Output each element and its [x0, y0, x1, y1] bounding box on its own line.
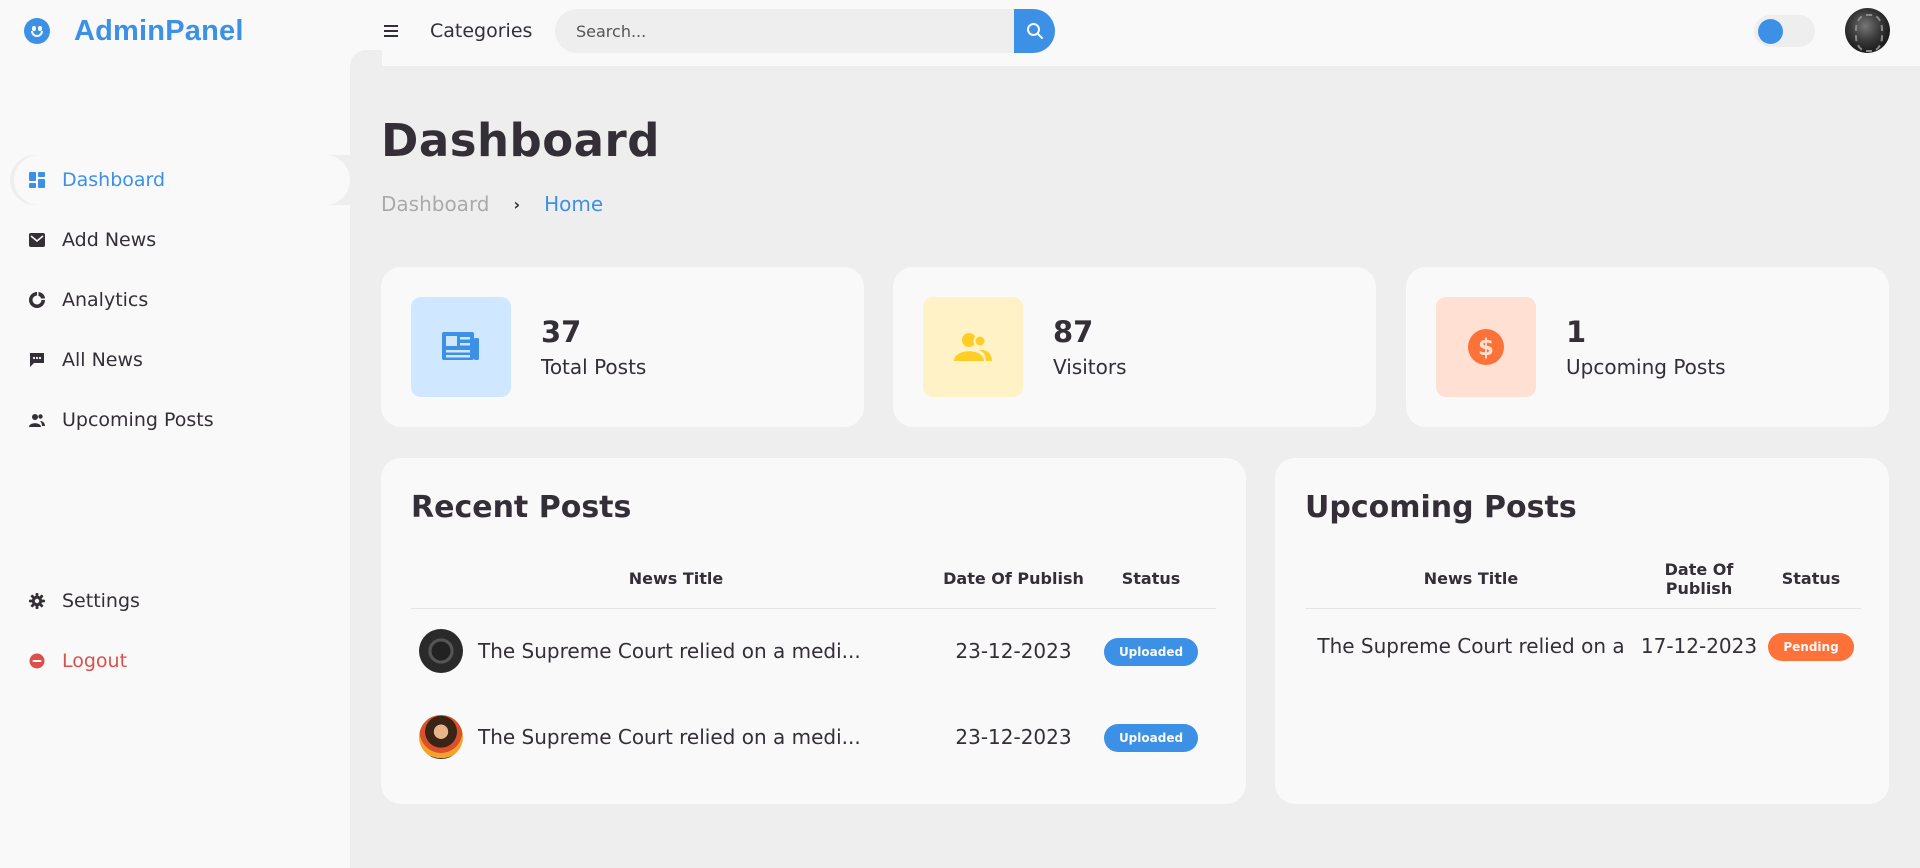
post-date: 23-12-2023 — [955, 725, 1072, 749]
newspaper-icon — [411, 297, 511, 397]
sidebar-item-label: Settings — [62, 590, 140, 612]
table-row[interactable]: The Supreme Court relied on a medi... 23… — [411, 608, 1216, 694]
sidebar-item-label: Logout — [62, 650, 128, 672]
sidebar-item-analytics[interactable]: Analytics — [10, 275, 350, 325]
sidebar: Dashboard Add News Analytics All News Up… — [0, 66, 350, 868]
message-icon — [28, 351, 46, 369]
status-badge: Pending — [1768, 632, 1854, 661]
logout-icon — [28, 652, 46, 670]
breadcrumb-dashboard[interactable]: Dashboard — [381, 192, 490, 216]
table-row[interactable]: The Supreme Court relied on a 17-12-2023… — [1305, 608, 1861, 684]
recent-posts-title: Recent Posts — [411, 490, 632, 525]
sidebar-item-add-news[interactable]: Add News — [10, 215, 350, 265]
stat-text: 1 Upcoming Posts — [1566, 315, 1726, 379]
column-header: Status — [1086, 550, 1216, 609]
dollar-icon: $ — [1436, 297, 1536, 397]
page-title: Dashboard — [381, 114, 660, 167]
post-title[interactable]: The Supreme Court relied on a medi... — [478, 639, 861, 663]
post-date: 23-12-2023 — [955, 639, 1072, 664]
sidebar-item-logout[interactable]: Logout — [10, 636, 350, 686]
post-thumbnail — [419, 629, 463, 674]
categories-link[interactable]: Categories — [430, 20, 532, 42]
stat-text: 37 Total Posts — [541, 315, 646, 379]
stat-value: 87 — [1053, 315, 1094, 349]
upcoming-posts-panel: Upcoming Posts News Title Date Of Publis… — [1275, 458, 1889, 804]
breadcrumb: Dashboard › Home — [381, 192, 603, 216]
smile-icon — [24, 18, 50, 44]
post-title-cell: The Supreme Court relied on a medi... — [411, 715, 941, 759]
stat-card-visitors: 87 Visitors — [893, 267, 1376, 427]
sidebar-item-label: Upcoming Posts — [62, 409, 214, 431]
sidebar-item-all-news[interactable]: All News — [10, 335, 350, 385]
breadcrumb-home[interactable]: Home — [544, 192, 603, 216]
sidebar-item-label: Analytics — [62, 289, 149, 311]
pie-chart-icon — [28, 291, 46, 309]
status-badge: Uploaded — [1103, 637, 1199, 666]
recent-posts-panel: Recent Posts News Title Date Of Publish … — [381, 458, 1246, 804]
upcoming-posts-title: Upcoming Posts — [1305, 490, 1577, 525]
post-title-cell: The Supreme Court relied on a medi... — [411, 629, 941, 674]
brand-logo-link[interactable]: AdminPanel — [24, 10, 244, 52]
main-content: Dashboard Dashboard › Home 37 Total Post… — [350, 50, 1920, 868]
search-button[interactable] — [1014, 9, 1055, 53]
column-header: Date Of Publish — [1637, 550, 1761, 609]
svg-text:$: $ — [1478, 335, 1494, 361]
recent-posts-table: News Title Date Of Publish Status The Su… — [411, 550, 1216, 780]
column-header: Date Of Publish — [941, 550, 1086, 609]
post-title[interactable]: The Supreme Court relied on a — [1305, 608, 1637, 684]
post-thumbnail — [419, 715, 463, 759]
table-header-row: News Title Date Of Publish Status — [1305, 550, 1861, 609]
sidebar-item-upcoming-posts[interactable]: Upcoming Posts — [10, 395, 350, 445]
sidebar-item-dashboard[interactable]: Dashboard — [10, 155, 350, 205]
menu-icon[interactable] — [384, 25, 398, 37]
sidebar-item-label: Dashboard — [62, 169, 166, 191]
column-header: News Title — [1305, 550, 1637, 609]
users-icon — [28, 411, 46, 429]
post-date: 17-12-2023 — [1640, 634, 1758, 659]
theme-toggle[interactable] — [1754, 15, 1815, 47]
brand-name: AdminPanel — [74, 14, 244, 47]
sidebar-item-label: Add News — [62, 229, 157, 251]
post-title[interactable]: The Supreme Court relied on a medi... — [478, 725, 861, 749]
sidebar-item-settings[interactable]: Settings — [10, 576, 350, 626]
stat-card-total-posts: 37 Total Posts — [381, 267, 864, 427]
column-header: Status — [1761, 550, 1861, 609]
stat-label: Total Posts — [541, 355, 647, 379]
stat-value: 1 — [1566, 315, 1587, 349]
stat-label: Upcoming Posts — [1566, 355, 1726, 379]
table-row[interactable]: The Supreme Court relied on a medi... 23… — [411, 694, 1216, 780]
search-icon — [1026, 23, 1043, 39]
upcoming-posts-table: News Title Date Of Publish Status The Su… — [1305, 550, 1861, 684]
stat-text: 87 Visitors — [1053, 315, 1127, 379]
status-badge: Uploaded — [1103, 723, 1199, 752]
gear-icon — [28, 592, 46, 610]
top-navbar: AdminPanel Categories — [0, 0, 1920, 66]
stat-label: Visitors — [1053, 355, 1127, 379]
toggle-knob — [1758, 19, 1783, 44]
search-input[interactable] — [555, 9, 1014, 53]
stat-value: 37 — [541, 315, 582, 349]
sidebar-item-label: All News — [62, 349, 143, 371]
sidebar-menu-bottom: Settings Logout — [10, 576, 350, 696]
column-header: News Title — [411, 550, 941, 609]
search-form — [555, 9, 1055, 53]
group-icon — [923, 297, 1023, 397]
chevron-right-icon: › — [513, 194, 521, 214]
table-header-row: News Title Date Of Publish Status — [411, 550, 1216, 609]
stat-card-upcoming-posts: $ 1 Upcoming Posts — [1406, 267, 1889, 427]
profile-avatar[interactable] — [1845, 8, 1890, 53]
sidebar-menu: Dashboard Add News Analytics All News Up… — [10, 155, 350, 455]
mail-icon — [28, 231, 46, 249]
dashboard-icon — [28, 171, 46, 189]
